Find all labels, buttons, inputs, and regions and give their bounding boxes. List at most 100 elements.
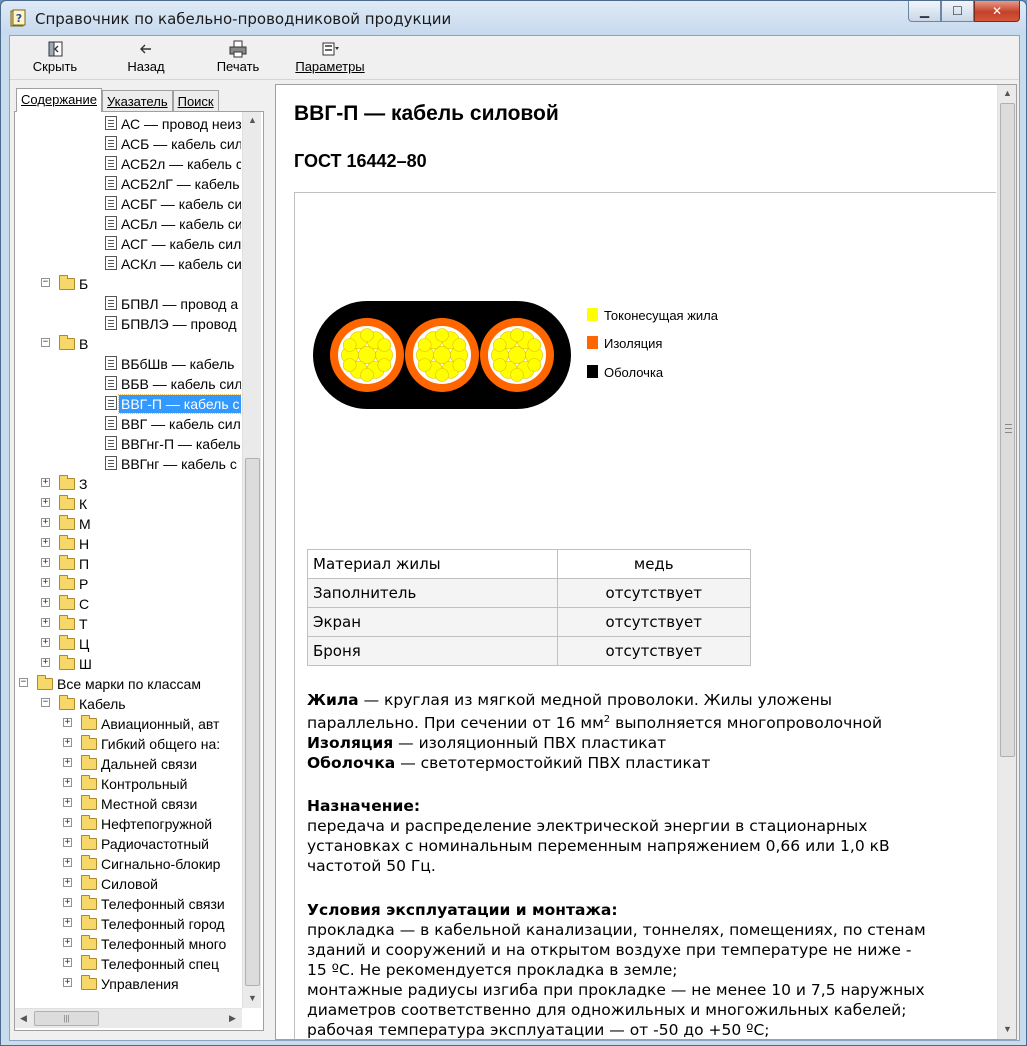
tree-item-folder[interactable]: + Т [15,614,241,634]
tree-item-folder[interactable]: + Телефонный город [15,914,241,934]
tab-search[interactable]: Поиск [172,90,219,112]
collapse-toggle-icon[interactable]: − [41,338,50,347]
tree-item-topic[interactable]: БПВЛ — провод а [15,294,241,314]
tree-item-folder[interactable]: − Все марки по классам [15,674,241,694]
tab-contents[interactable]: Содержание [16,88,102,112]
tree-item-folder[interactable]: + Р [15,574,241,594]
tree-item-topic[interactable]: АСБГ — кабель си [15,194,241,214]
maximize-button[interactable]: ☐ [941,1,974,22]
tree-item-folder[interactable]: + Телефонный связи [15,894,241,914]
tree-item-folder[interactable]: + П [15,554,241,574]
back-button[interactable]: Назад [118,39,174,77]
tree-item-topic[interactable]: АСБ2лГ — кабель [15,174,241,194]
tree-item-folder[interactable]: + Сигнально-блокир [15,854,241,874]
folder-icon [81,895,97,910]
tree-scroll-thumb[interactable] [245,458,260,986]
hide-button[interactable]: Скрыть [28,39,82,77]
tree-hscroll-thumb[interactable]: ||| [34,1011,99,1026]
expand-toggle-icon[interactable]: + [63,878,72,887]
tree-item-folder[interactable]: + М [15,514,241,534]
tree-item-topic[interactable]: ВВГнг — кабель с [15,454,241,474]
tree-item-topic[interactable]: БПВЛЭ — провод [15,314,241,334]
collapse-toggle-icon[interactable]: − [19,678,28,687]
tree-item-topic[interactable]: АСБ2л — кабель с [15,154,241,174]
tree-vertical-scrollbar[interactable]: ▲ ▼ [242,112,261,1008]
tree-item-topic[interactable]: АСБл — кабель си [15,214,241,234]
tree-item-topic[interactable]: ВВГ — кабель сил [15,414,241,434]
tree-item-topic[interactable]: ВВГ-П — кабель с [15,394,241,414]
expand-toggle-icon[interactable]: + [41,598,50,607]
expand-toggle-icon[interactable]: + [63,958,72,967]
expand-toggle-icon[interactable]: + [63,718,72,727]
expand-toggle-icon[interactable]: + [63,838,72,847]
print-button[interactable]: Печать [208,39,268,77]
scroll-up-arrow-icon[interactable]: ▲ [999,85,1016,102]
tree-item-folder[interactable]: + Радиочастотный [15,834,241,854]
collapse-toggle-icon[interactable]: − [41,698,50,707]
expand-toggle-icon[interactable]: + [41,618,50,627]
tree-item-folder[interactable]: + Ц [15,634,241,654]
tree-item-folder[interactable]: + Телефонный спец [15,954,241,974]
tree-item-topic[interactable]: ВБбШв — кабель [15,354,241,374]
scroll-right-arrow-icon[interactable]: ▶ [224,1010,241,1027]
minimize-button[interactable]: ▁ [908,1,941,22]
expand-toggle-icon[interactable]: + [41,578,50,587]
expand-toggle-icon[interactable]: + [63,798,72,807]
tree-item-folder[interactable]: + Дальней связи [15,754,241,774]
options-button[interactable]: Параметры [291,39,369,77]
tab-index[interactable]: Указатель [101,90,173,112]
conductor-wire [510,328,524,342]
tree-item-folder[interactable]: + Контрольный [15,774,241,794]
close-button[interactable]: ✕ [974,1,1020,22]
topic-vertical-scrollbar[interactable]: ▲ ▼ [997,85,1016,1039]
tree-horizontal-scrollbar[interactable]: ◀ ||| ▶ [15,1008,242,1028]
expand-toggle-icon[interactable]: + [63,758,72,767]
scroll-down-arrow-icon[interactable]: ▼ [999,1021,1016,1038]
tree-item-topic[interactable]: ВБВ — кабель сил [15,374,241,394]
tree-item-folder[interactable]: + К [15,494,241,514]
tree-item-folder[interactable]: + Управления [15,974,241,994]
tree-item-label: Б [79,276,89,292]
tree-item-folder[interactable]: + Силовой [15,874,241,894]
scroll-left-arrow-icon[interactable]: ◀ [15,1010,32,1027]
expand-toggle-icon[interactable]: + [41,498,50,507]
scroll-down-arrow-icon[interactable]: ▼ [244,990,261,1007]
scroll-up-arrow-icon[interactable]: ▲ [244,112,261,129]
tree-item-folder[interactable]: + Нефтепогружной [15,814,241,834]
tree-item-topic[interactable]: ВВГнг-П — кабель [15,434,241,454]
tree-item-topic[interactable]: АСКл — кабель си [15,254,241,274]
expand-toggle-icon[interactable]: + [63,978,72,987]
tree-item-folder[interactable]: + Н [15,534,241,554]
tree-item-folder[interactable]: − Б [15,274,241,294]
expand-toggle-icon[interactable]: + [63,738,72,747]
tree-item-folder[interactable]: + Телефонный много [15,934,241,954]
expand-toggle-icon[interactable]: + [63,898,72,907]
expand-toggle-icon[interactable]: + [63,938,72,947]
expand-toggle-icon[interactable]: + [41,638,50,647]
expand-toggle-icon[interactable]: + [63,818,72,827]
tree-item-folder[interactable]: + Местной связи [15,794,241,814]
expand-toggle-icon[interactable]: + [41,658,50,667]
collapse-toggle-icon[interactable]: − [41,278,50,287]
expand-toggle-icon[interactable]: + [41,518,50,527]
tree-item-folder[interactable]: + Авиационный, авт [15,714,241,734]
tree-item-topic[interactable]: АС — провод неиз [15,114,241,134]
expand-toggle-icon[interactable]: + [41,558,50,567]
tree-item-folder[interactable]: + Ш [15,654,241,674]
tree-item-folder[interactable]: + С [15,594,241,614]
tree-item-folder[interactable]: − В [15,334,241,354]
title-bar[interactable]: ? Справочник по кабельно-проводниковой п… [1,1,1026,35]
tree-item-folder[interactable]: − Кабель [15,694,241,714]
expand-toggle-icon[interactable]: + [41,478,50,487]
topic-scroll-thumb[interactable] [1000,103,1015,757]
tree-item-label: АСБГ — кабель си [121,196,241,212]
expand-toggle-icon[interactable]: + [41,538,50,547]
expand-toggle-icon[interactable]: + [63,778,72,787]
tree-item-label: Дальней связи [101,756,198,772]
tree-item-folder[interactable]: + З [15,474,241,494]
tree-item-topic[interactable]: АСГ — кабель сил [15,234,241,254]
tree-item-folder[interactable]: + Гибкий общего на: [15,734,241,754]
expand-toggle-icon[interactable]: + [63,858,72,867]
tree-item-topic[interactable]: АСБ — кабель сил [15,134,241,154]
expand-toggle-icon[interactable]: + [63,918,72,927]
